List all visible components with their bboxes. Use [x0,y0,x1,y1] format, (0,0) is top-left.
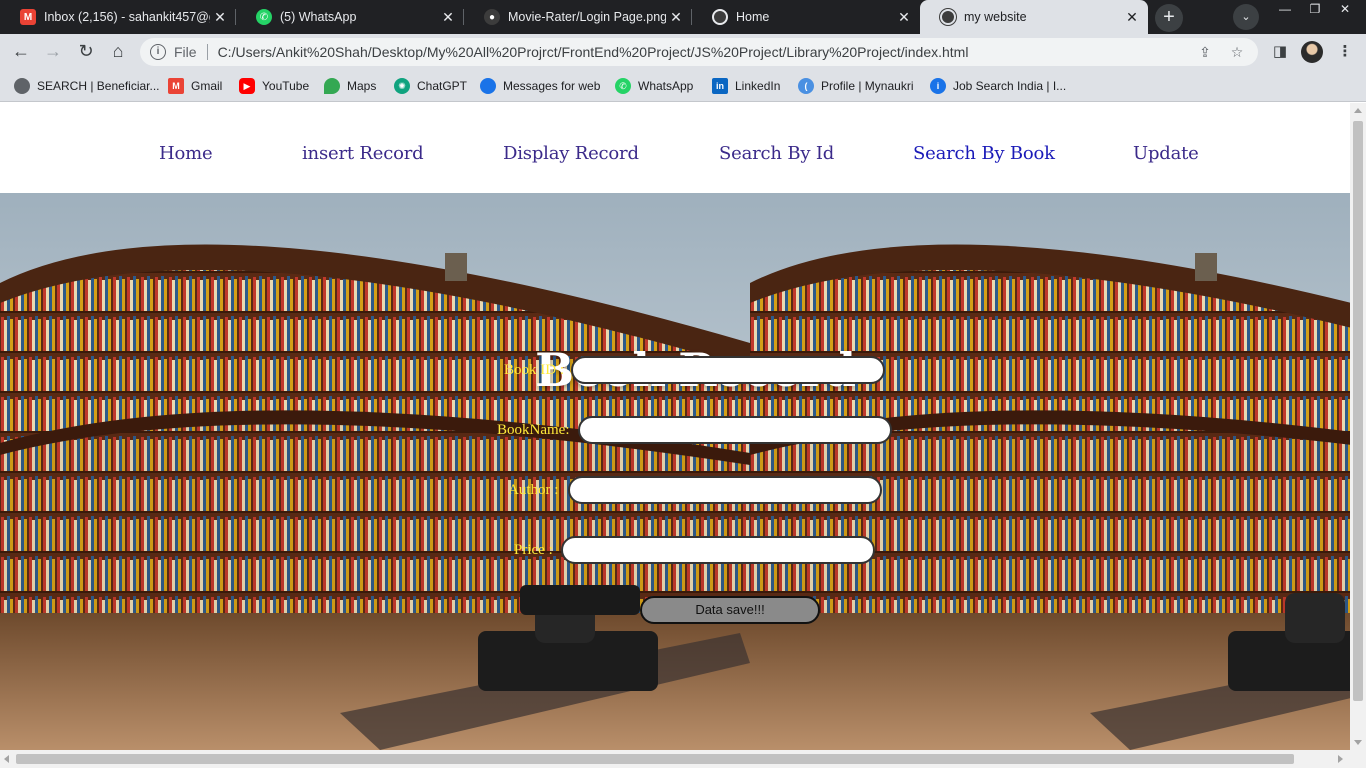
bookmark-youtube[interactable]: ▶ YouTube [239,77,309,95]
horizontal-scrollbar[interactable] [0,750,1366,768]
side-panel-icon[interactable]: ◨ [1268,40,1292,64]
bookmark-linkedin[interactable]: in LinkedIn [712,77,780,95]
bookmark-label: ChatGPT [417,79,468,93]
nav-link-update[interactable]: Update [1133,143,1199,164]
address-bar[interactable]: i File C:/Users/Ankit%20Shah/Desktop/My%… [140,38,1258,66]
nav-link-search-by-book[interactable]: Search By Book [913,143,1055,164]
price-input[interactable] [561,536,875,564]
close-icon[interactable]: ✕ [438,9,458,26]
bookmark-maps[interactable]: Maps [324,77,376,95]
scrollbar-thumb[interactable] [16,754,1294,764]
menu-icon[interactable]: ⋮ [1333,40,1357,64]
page-viewport: Home insert Record Display Record Search… [0,103,1350,750]
price-label: Price : [514,542,553,558]
share-icon[interactable]: ⇪ [1194,44,1216,61]
close-icon[interactable]: ✕ [210,9,230,26]
scroll-up-icon[interactable] [1354,108,1362,113]
github-icon: ● [484,9,500,25]
bookmark-star-icon[interactable]: ☆ [1226,44,1248,61]
bookmark-job-search-india[interactable]: i Job Search India | I... [930,77,1066,95]
bookmark-label: Profile | Mynaukri [821,79,914,93]
scrollbar-thumb[interactable] [1353,121,1363,701]
site-navbar: Home insert Record Display Record Search… [0,103,1350,193]
tab-title: Movie-Rater/Login Page.png a [508,10,666,24]
globe-icon [940,9,956,25]
divider [206,44,208,60]
tab-home[interactable]: Home ✕ [692,0,920,34]
close-icon[interactable]: ✕ [894,9,914,26]
linkedin-icon: in [712,78,728,94]
gmail-icon: M [20,9,36,25]
globe-icon [712,9,728,25]
maps-icon [324,78,340,94]
author-label: Author : [508,482,559,498]
bookmark-mynaukri[interactable]: ( Profile | Mynaukri [798,77,913,95]
naukri-icon: ( [798,78,814,94]
tab-github[interactable]: ● Movie-Rater/Login Page.png a ✕ [464,0,692,34]
bookmark-gmail[interactable]: M Gmail [168,77,222,95]
tab-title: my website [964,10,1027,24]
bookmark-label: LinkedIn [735,79,781,93]
tab-search-icon[interactable]: ⌄ [1233,4,1259,30]
bookmark-label: YouTube [262,79,310,93]
home-icon[interactable]: ⌂ [105,39,131,65]
tab-strip: M Inbox (2,156) - sahankit457@g ✕ ✆ (5) … [0,0,1366,34]
minimize-icon[interactable]: — [1270,0,1300,20]
tab-gmail[interactable]: M Inbox (2,156) - sahankit457@g ✕ [0,0,236,34]
scroll-left-icon[interactable] [4,755,9,763]
window-close-icon[interactable]: ✕ [1330,0,1360,20]
whatsapp-icon: ✆ [256,9,272,25]
nav-link-search-by-id[interactable]: Search By Id [719,143,834,164]
bookmark-search-beneficiary[interactable]: SEARCH | Beneficiar... [14,77,160,95]
nav-link-home[interactable]: Home [159,143,213,164]
bookmark-whatsapp[interactable]: ✆ WhatsApp [615,77,693,95]
messages-icon [480,78,496,94]
restore-icon[interactable]: ❐ [1300,0,1330,20]
whatsapp-icon: ✆ [615,78,631,94]
avatar[interactable] [1301,41,1323,63]
url-text[interactable]: C:/Users/Ankit%20Shah/Desktop/My%20All%2… [218,44,1194,60]
library-background-image [0,193,750,750]
reload-icon[interactable]: ↻ [73,39,99,65]
bookmark-label: Messages for web [503,79,601,93]
bookmark-label: WhatsApp [638,79,694,93]
gmail-icon: M [168,78,184,94]
bookmark-label: Maps [347,79,377,93]
site-info-icon[interactable]: i [150,44,166,60]
bookmarks-bar: SEARCH | Beneficiar... M Gmail ▶ YouTube… [0,70,1366,102]
tab-title: (5) WhatsApp [280,10,357,24]
scheme-label: File [174,44,197,60]
book-id-input[interactable] [571,356,885,384]
forward-icon[interactable]: → [40,39,66,65]
data-save-button[interactable]: Data save!!! [640,596,820,624]
close-icon[interactable]: ✕ [1122,9,1142,26]
info-icon: i [930,78,946,94]
bookmark-messages[interactable]: Messages for web [480,77,600,95]
tab-my-website[interactable]: my website ✕ [920,0,1148,34]
chatgpt-icon: ✺ [394,78,410,94]
nav-link-insert-record[interactable]: insert Record [302,143,424,164]
youtube-icon: ▶ [239,78,255,94]
book-id-label: Book ID : [504,362,564,378]
library-background-image [750,193,1350,750]
scroll-down-icon[interactable] [1354,740,1362,745]
close-icon[interactable]: ✕ [666,9,686,26]
author-input[interactable] [568,476,882,504]
bookmark-label: SEARCH | Beneficiar... [37,79,160,93]
globe-icon [14,78,30,94]
scroll-right-icon[interactable] [1338,755,1343,763]
bookmark-label: Gmail [191,79,223,93]
book-name-label: BookName: [497,422,570,438]
book-name-input[interactable] [578,416,892,444]
back-icon[interactable]: ← [8,39,34,65]
new-tab-button[interactable]: + [1155,4,1183,32]
bookmark-chatgpt[interactable]: ✺ ChatGPT [394,77,467,95]
tab-title: Home [736,10,770,24]
tab-whatsapp[interactable]: ✆ (5) WhatsApp ✕ [236,0,464,34]
bookmark-label: Job Search India | I... [953,79,1067,93]
vertical-scrollbar[interactable] [1350,103,1366,750]
tab-title: Inbox (2,156) - sahankit457@g [44,10,210,24]
library-background: Book Record [0,193,1350,750]
nav-link-display-record[interactable]: Display Record [503,143,639,164]
